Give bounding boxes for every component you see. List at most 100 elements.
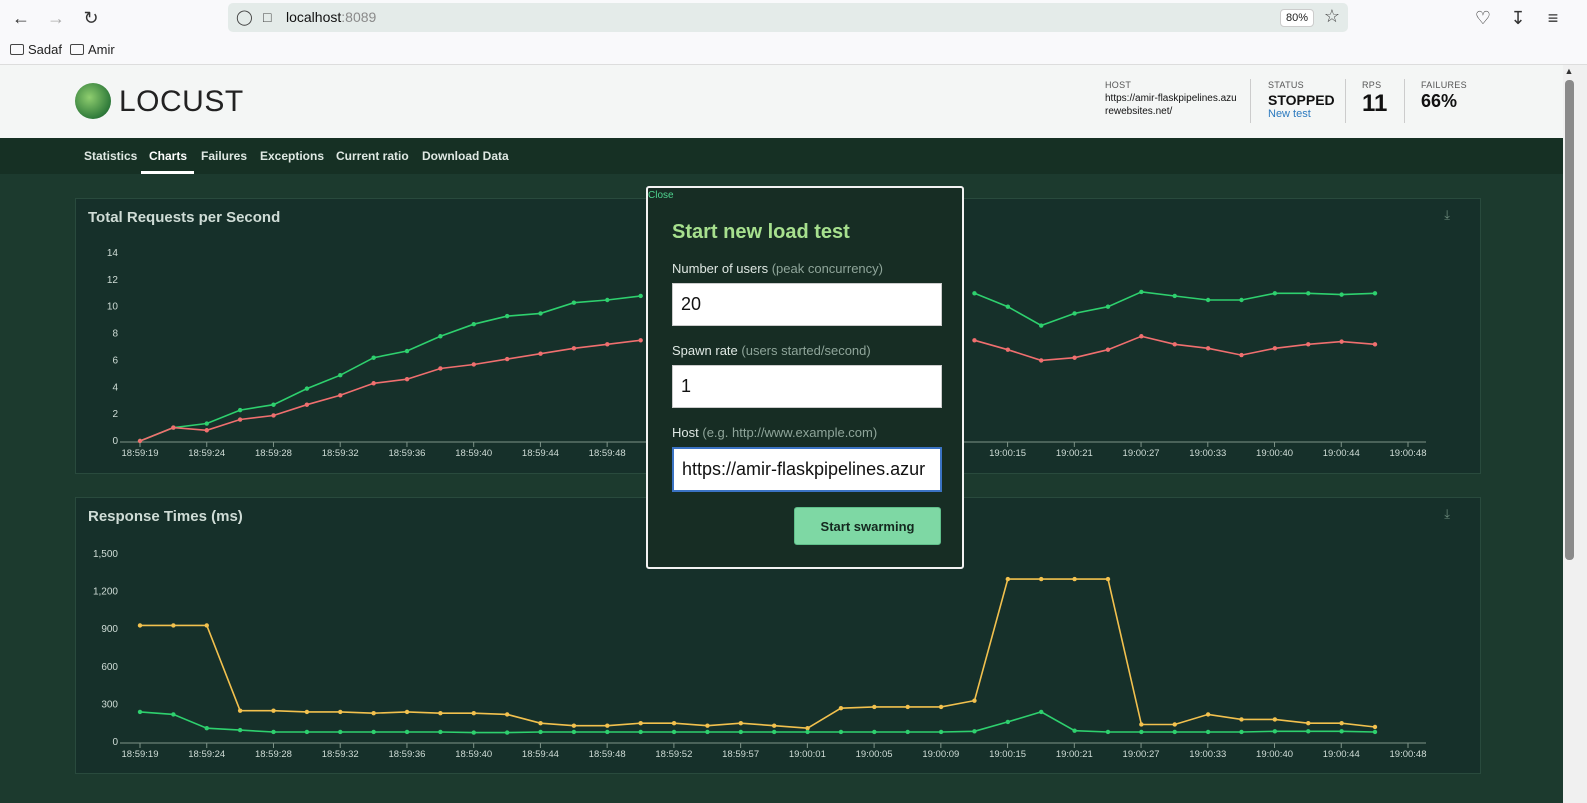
- users-input[interactable]: [672, 283, 942, 326]
- x-tick-label: 18:59:40: [455, 749, 492, 760]
- x-tick-label: 19:00:27: [1123, 749, 1160, 760]
- data-point: [404, 377, 410, 382]
- data-point: [1339, 721, 1344, 726]
- spawn-rate-field-label: Spawn rate (users started/second): [672, 343, 871, 358]
- host-input[interactable]: [672, 447, 942, 492]
- url-text[interactable]: localhost:8089: [286, 9, 376, 25]
- browser-toolbar: ← → ↻ ◯ □ localhost:8089 80% ☆ ♡ ↧ ≡: [0, 0, 1587, 36]
- status-value: STOPPED: [1268, 92, 1335, 108]
- x-tick-label: 18:59:19: [122, 749, 159, 760]
- tab-exceptions[interactable]: Exceptions: [260, 149, 324, 163]
- data-point: [1272, 346, 1278, 351]
- y-tick-label: 10: [107, 302, 119, 313]
- data-point: [271, 402, 276, 407]
- data-point: [371, 355, 376, 360]
- data-point: [304, 709, 310, 715]
- data-point: [1072, 355, 1077, 360]
- url-bar[interactable]: ◯ □ localhost:8089 80% ☆: [228, 3, 1348, 32]
- x-tick-label: 18:59:19: [122, 448, 159, 459]
- scroll-up-arrow-icon[interactable]: ▲: [1563, 66, 1575, 76]
- reload-icon[interactable]: ↻: [78, 6, 104, 30]
- tab-failures[interactable]: Failures: [201, 149, 247, 163]
- data-point: [538, 721, 543, 726]
- rps-stat: RPS 11: [1362, 80, 1387, 118]
- data-point: [1172, 342, 1177, 347]
- data-point: [1172, 722, 1177, 727]
- scroll-thumb[interactable]: [1565, 80, 1574, 560]
- failures-stat: FAILURES 66%: [1421, 80, 1467, 112]
- data-point: [471, 321, 476, 327]
- data-point: [1205, 729, 1211, 735]
- bookmark-star-icon[interactable]: ☆: [1324, 6, 1340, 27]
- data-point: [938, 704, 944, 710]
- close-link[interactable]: Close: [648, 190, 674, 201]
- data-point: [371, 710, 376, 716]
- data-point: [1105, 576, 1111, 582]
- data-point: [338, 393, 343, 398]
- menu-icon[interactable]: ≡: [1540, 6, 1566, 30]
- tab-charts[interactable]: Charts: [149, 149, 187, 163]
- spawn-rate-input[interactable]: [672, 365, 942, 408]
- data-point: [1272, 717, 1278, 722]
- data-point: [1239, 729, 1244, 735]
- x-tick-label: 18:59:40: [455, 448, 492, 459]
- y-tick-label: 6: [112, 355, 118, 366]
- data-point: [1172, 293, 1177, 299]
- data-point: [204, 428, 209, 433]
- data-point: [1205, 297, 1211, 303]
- y-tick-label: 8: [112, 329, 118, 340]
- x-tick-label: 18:59:48: [589, 448, 626, 459]
- data-point: [805, 729, 810, 735]
- y-tick-label: 4: [112, 382, 118, 393]
- pocket-icon[interactable]: ♡: [1470, 6, 1496, 30]
- new-test-link[interactable]: New test: [1268, 108, 1335, 120]
- bookmarks-bar: Sadaf Amir: [0, 36, 1587, 65]
- shield-icon[interactable]: ◯: [236, 8, 253, 26]
- back-arrow-icon[interactable]: ←: [8, 6, 34, 30]
- chart-title: Response Times (ms): [88, 508, 243, 525]
- data-point: [338, 709, 343, 715]
- failures-label: FAILURES: [1421, 80, 1467, 90]
- forward-arrow-icon[interactable]: →: [43, 6, 69, 30]
- bookmark-folder-sadaf[interactable]: Sadaf: [10, 42, 62, 57]
- tab-statistics[interactable]: Statistics: [84, 149, 137, 163]
- data-point: [605, 723, 610, 728]
- data-point: [1072, 576, 1077, 582]
- data-point: [338, 729, 343, 735]
- data-point: [471, 362, 476, 367]
- x-tick-label: 18:59:32: [322, 448, 359, 459]
- bookmark-folder-amir[interactable]: Amir: [70, 42, 115, 57]
- data-point: [1139, 729, 1144, 735]
- download-chart-icon[interactable]: ⤓: [1444, 506, 1450, 522]
- data-point: [605, 297, 610, 303]
- download-icon[interactable]: ↧: [1505, 6, 1531, 30]
- tab-download-data[interactable]: Download Data: [422, 149, 509, 163]
- data-point: [838, 729, 844, 735]
- data-point: [538, 351, 543, 356]
- tab-current-ratio[interactable]: Current ratio: [336, 149, 409, 163]
- data-point: [1339, 729, 1344, 734]
- data-point: [738, 721, 744, 726]
- data-point: [171, 712, 176, 717]
- y-tick-label: 600: [101, 662, 118, 673]
- failures-value: 66%: [1421, 91, 1458, 111]
- zoom-badge[interactable]: 80%: [1279, 9, 1314, 27]
- folder-icon: [70, 44, 84, 55]
- series-line-0: [140, 578, 1376, 730]
- data-point: [171, 623, 176, 628]
- download-chart-icon[interactable]: ⤓: [1444, 207, 1450, 223]
- folder-icon: [10, 44, 24, 55]
- x-tick-label: 18:59:44: [522, 749, 559, 760]
- status-stat: STATUS STOPPED New test: [1268, 80, 1335, 120]
- data-point: [438, 710, 443, 716]
- x-tick-label: 19:00:48: [1390, 749, 1427, 760]
- data-point: [1039, 709, 1044, 715]
- host-field-label: Host (e.g. http://www.example.com): [672, 425, 877, 440]
- data-point: [237, 407, 243, 413]
- start-swarming-button[interactable]: Start swarming: [794, 507, 941, 545]
- x-tick-label: 19:00:21: [1056, 749, 1093, 760]
- y-tick-label: 12: [107, 275, 119, 286]
- data-point: [538, 729, 543, 735]
- x-tick-label: 19:00:05: [856, 749, 893, 760]
- users-hint: (peak concurrency): [771, 261, 883, 276]
